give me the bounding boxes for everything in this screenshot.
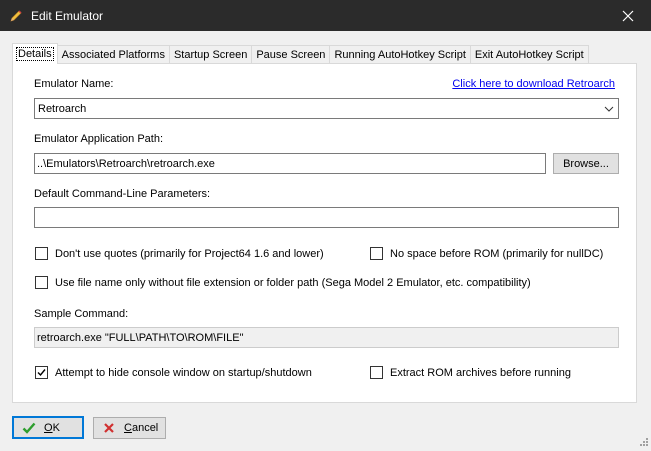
tab-associated-platforms[interactable]: Associated Platforms	[56, 45, 170, 64]
details-panel: Emulator Name: Click here to download Re…	[12, 63, 637, 403]
no-space-checkbox[interactable]	[370, 247, 383, 260]
edit-emulator-window: Edit Emulator Details Associated Platfor…	[0, 0, 651, 451]
no-quotes-checkbox[interactable]	[35, 247, 48, 260]
close-button[interactable]	[605, 0, 651, 31]
extract-rom-checkbox-row[interactable]: Extract ROM archives before running	[370, 366, 571, 379]
no-space-checkbox-row[interactable]: No space before ROM (primarily for nullD…	[370, 247, 603, 260]
ok-label: OK	[44, 421, 60, 434]
checkmark-icon	[22, 421, 36, 435]
cmdline-input[interactable]	[34, 207, 619, 228]
close-icon	[622, 10, 634, 21]
cmdline-label: Default Command-Line Parameters:	[34, 188, 211, 200]
hide-console-checkbox[interactable]	[35, 366, 48, 379]
emulator-name-value: Retroarch	[38, 102, 87, 115]
extract-rom-label: Extract ROM archives before running	[390, 366, 571, 379]
checkmark-icon	[37, 369, 46, 377]
window-title: Edit Emulator	[31, 8, 104, 23]
no-quotes-label: Don't use quotes (primarily for Project6…	[55, 247, 324, 260]
no-quotes-checkbox-row[interactable]: Don't use quotes (primarily for Project6…	[35, 247, 324, 260]
browse-button[interactable]: Browse...	[553, 153, 619, 174]
extract-rom-checkbox[interactable]	[370, 366, 383, 379]
tab-startup-screen[interactable]: Startup Screen	[168, 45, 253, 64]
tab-pause-screen[interactable]: Pause Screen	[251, 45, 331, 64]
sample-command-field: retroarch.exe "FULL\PATH\TO\ROM\FILE"	[34, 327, 619, 348]
cancel-x-icon	[102, 421, 116, 435]
chevron-down-icon	[604, 106, 614, 112]
sample-command-label: Sample Command:	[34, 308, 129, 320]
filename-only-checkbox[interactable]	[35, 276, 48, 289]
resize-grip-icon[interactable]	[637, 437, 649, 449]
hide-console-label: Attempt to hide console window on startu…	[55, 366, 312, 379]
no-space-label: No space before ROM (primarily for nullD…	[390, 247, 604, 260]
emulator-name-combobox[interactable]: Retroarch	[34, 98, 619, 119]
filename-only-label: Use file name only without file extensio…	[55, 276, 531, 289]
download-retroarch-link[interactable]: Click here to download Retroarch	[452, 78, 615, 90]
cancel-label: Cancel	[124, 422, 159, 434]
hide-console-checkbox-row[interactable]: Attempt to hide console window on startu…	[35, 366, 312, 379]
ok-button[interactable]: OK	[12, 416, 84, 439]
app-path-input[interactable]: ..\Emulators\Retroarch\retroarch.exe	[34, 153, 546, 174]
app-path-label: Emulator Application Path:	[34, 133, 164, 145]
tab-details[interactable]: Details	[12, 43, 58, 64]
title-bar[interactable]: Edit Emulator	[0, 0, 651, 31]
tab-strip: Details Associated Platforms Startup Scr…	[12, 43, 589, 64]
filename-only-checkbox-row[interactable]: Use file name only without file extensio…	[35, 276, 531, 289]
tab-exit-autohotkey-script[interactable]: Exit AutoHotkey Script	[469, 45, 589, 64]
tab-running-autohotkey-script[interactable]: Running AutoHotkey Script	[329, 45, 471, 64]
cancel-button[interactable]: Cancel	[93, 417, 166, 439]
emulator-name-label: Emulator Name:	[34, 78, 114, 90]
pencil-icon	[9, 9, 23, 23]
